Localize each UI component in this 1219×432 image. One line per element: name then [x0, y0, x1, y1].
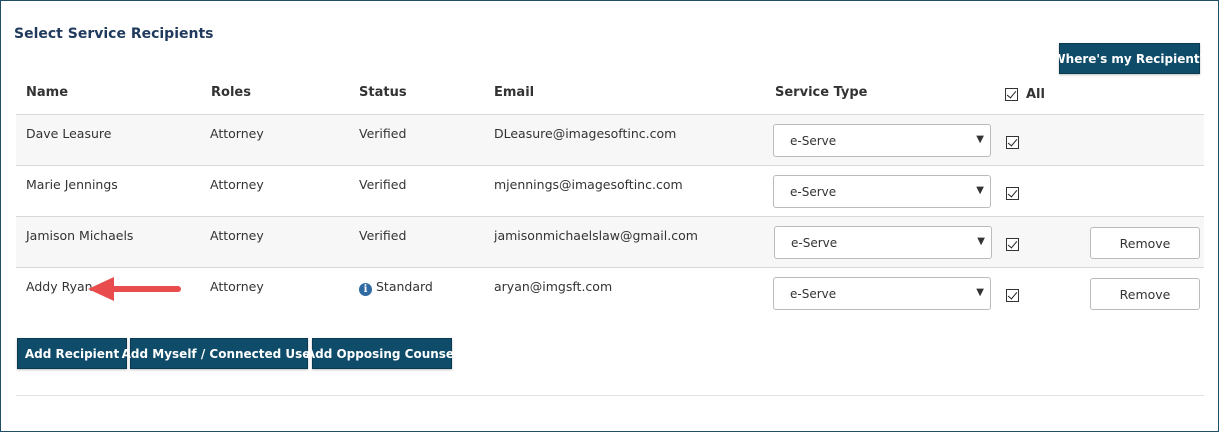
- table-row: Dave Leasure Attorney Verified DLeasure@…: [16, 114, 1204, 165]
- add-opposing-counsel-button[interactable]: Add Opposing Counsel: [306, 338, 458, 369]
- table-row: Addy Ryan Attorney i Standard aryan@imgsf…: [16, 267, 1204, 318]
- recipient-role: Attorney: [210, 126, 264, 141]
- info-icon[interactable]: i: [359, 283, 372, 296]
- service-type-select[interactable]: e-Serve ▼: [774, 226, 992, 259]
- recipient-email: mjennings@imagesoftinc.com: [494, 177, 683, 192]
- recipient-checkbox[interactable]: [1006, 289, 1019, 302]
- dropdown-caret-icon: ▼: [976, 287, 984, 298]
- dropdown-caret-icon: ▼: [976, 185, 984, 196]
- select-all-label: All: [1026, 87, 1045, 102]
- recipient-checkbox[interactable]: [1006, 187, 1019, 200]
- recipient-role: Attorney: [210, 279, 264, 294]
- recipient-status: Standard: [376, 279, 433, 294]
- column-header-name: Name: [26, 85, 69, 100]
- column-header-status: Status: [359, 85, 407, 100]
- recipient-name: Jamison Michaels: [26, 228, 134, 243]
- service-type-select[interactable]: e-Serve ▼: [773, 277, 991, 310]
- table-row: Marie Jennings Attorney Verified mjennin…: [16, 165, 1204, 216]
- wheres-my-recipient-button[interactable]: Where's my Recipient?: [1052, 43, 1207, 74]
- select-all: All: [1005, 87, 1045, 102]
- recipient-email: aryan@imgsft.com: [494, 279, 613, 294]
- remove-button[interactable]: Remove: [1090, 278, 1200, 310]
- recipient-role: Attorney: [210, 228, 264, 243]
- recipient-name: Dave Leasure: [26, 126, 112, 141]
- add-recipient-button[interactable]: Add Recipient: [17, 338, 127, 369]
- recipient-name: Marie Jennings: [26, 177, 118, 192]
- service-type-value: e-Serve: [791, 235, 838, 250]
- page-title: Select Service Recipients: [14, 26, 214, 42]
- add-myself-button[interactable]: Add Myself / Connected User: [122, 338, 316, 369]
- remove-button[interactable]: Remove: [1090, 227, 1200, 259]
- column-header-roles: Roles: [211, 85, 251, 100]
- service-type-value: e-Serve: [790, 184, 837, 199]
- column-header-email: Email: [494, 85, 535, 100]
- column-header-service-type: Service Type: [775, 85, 868, 100]
- recipient-status: Verified: [359, 177, 407, 192]
- divider: [16, 395, 1204, 396]
- recipient-name: Addy Ryan: [26, 279, 93, 294]
- recipient-status: Verified: [359, 126, 407, 141]
- recipient-email: jamisonmichaelslaw@gmail.com: [494, 228, 698, 243]
- red-arrow-icon: [88, 277, 181, 301]
- table-row: Jamison Michaels Attorney Verified jamis…: [16, 216, 1204, 267]
- select-all-checkbox[interactable]: [1005, 88, 1018, 101]
- service-type-value: e-Serve: [790, 286, 837, 301]
- dropdown-caret-icon: ▼: [977, 236, 985, 247]
- recipient-email: DLeasure@imagesoftinc.com: [494, 126, 677, 141]
- recipient-checkbox[interactable]: [1006, 238, 1019, 251]
- recipient-status: Verified: [359, 228, 407, 243]
- service-type-value: e-Serve: [790, 133, 837, 148]
- recipient-checkbox[interactable]: [1006, 136, 1019, 149]
- dropdown-caret-icon: ▼: [976, 134, 984, 145]
- service-type-select[interactable]: e-Serve ▼: [773, 124, 991, 157]
- service-recipients-panel: Select Service Recipients Where's my Rec…: [0, 0, 1219, 432]
- recipient-status-wrap: i Standard: [359, 279, 433, 296]
- recipient-role: Attorney: [210, 177, 264, 192]
- service-type-select[interactable]: e-Serve ▼: [773, 175, 991, 208]
